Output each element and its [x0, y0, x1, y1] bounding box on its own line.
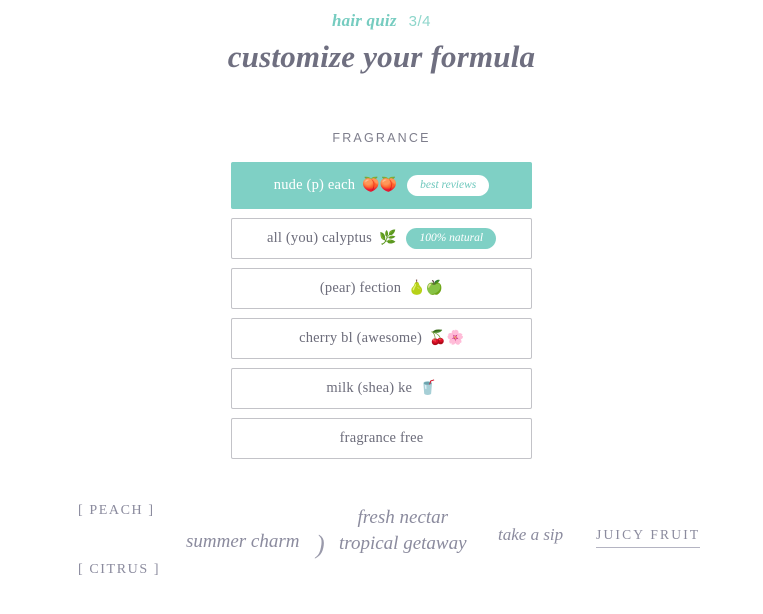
herb-icon: 🌿 [379, 230, 397, 246]
scent-fraction: fresh nectar tropical getaway [333, 507, 473, 555]
best-reviews-badge: best reviews [407, 175, 490, 196]
scent-word-fresh-nectar: fresh nectar [357, 507, 449, 528]
fragrance-option-all-you-calyptus[interactable]: all (you) calyptus 🌿 100% natural [231, 218, 532, 259]
option-label: cherry bl (awesome) [299, 330, 423, 346]
decorative-paren: ) [316, 530, 325, 559]
peach-icon: 🍑🍑 [362, 177, 398, 193]
option-label: fragrance free [339, 430, 424, 446]
option-label: all (you) calyptus [266, 230, 373, 246]
option-label: milk (shea) ke [326, 380, 413, 396]
scent-word-summer-charm: summer charm [186, 531, 300, 552]
option-label: (pear) fection [319, 280, 402, 296]
pear-apple-icon: 🍐🍏 [408, 280, 444, 296]
page-title: customize your formula [227, 39, 536, 74]
fragrance-section-label: FRAGRANCE [332, 131, 431, 145]
fragrance-option-cherry-blossom[interactable]: cherry bl (awesome) 🍒🌸 [231, 318, 532, 359]
cherry-blossom-icon: 🍒🌸 [429, 330, 464, 346]
scent-word-peach: [ PEACH ] [78, 503, 155, 518]
fragrance-option-fragrance-free[interactable]: fragrance free [231, 418, 532, 459]
fragrance-option-nude-peach[interactable]: nude (p) each 🍑🍑 best reviews [231, 162, 532, 209]
milkshake-icon: 🥤 [419, 380, 437, 396]
decorative-scent-wordcloud: [ PEACH ] [ CITRUS ] summer charm ) fres… [0, 470, 763, 614]
fragrance-option-milk-shea-ke[interactable]: milk (shea) ke 🥤 [231, 368, 532, 409]
natural-badge: 100% natural [406, 228, 497, 249]
page-header: hair quiz 3/4 customize your formula [0, 0, 763, 75]
fragrance-option-list: nude (p) each 🍑🍑 best reviews all (you) … [231, 162, 532, 459]
option-label: nude (p) each [273, 177, 356, 193]
quiz-progress-indicator: 3/4 [408, 13, 431, 30]
quiz-eyebrow: hair quiz 3/4 [0, 11, 763, 31]
scent-word-take-a-sip: take a sip [498, 525, 564, 544]
scent-word-juicy-fruit: JUICY FRUIT [596, 527, 701, 548]
scent-word-fraction-group: fresh nectar tropical getaway [333, 507, 473, 555]
quiz-name-label: hair quiz [332, 11, 397, 30]
scent-word-tropical-getaway: tropical getaway [339, 533, 467, 554]
scent-word-citrus: [ CITRUS ] [78, 562, 161, 577]
fragrance-option-pear-fection[interactable]: (pear) fection 🍐🍏 [231, 268, 532, 309]
